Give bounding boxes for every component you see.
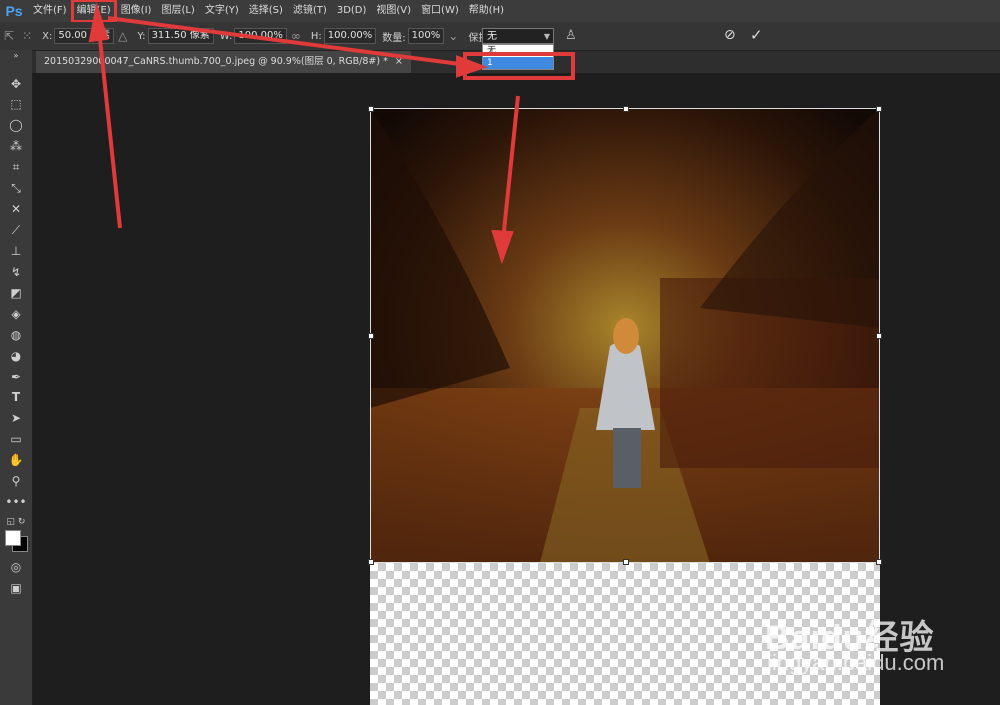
baidu-watermark: Baidu经验 jingyan.baidu.com [765,610,944,675]
annotation-arrows [88,2,520,265]
annotation-arrow [96,19,122,229]
annotation-arrow [500,95,520,251]
annotation-arrow [107,16,476,68]
annotation-arrowhead [491,229,514,265]
watermark-url: jingyan.baidu.com [767,650,945,675]
annotation-arrowhead [456,55,488,78]
annotation-arrowhead [88,2,109,43]
